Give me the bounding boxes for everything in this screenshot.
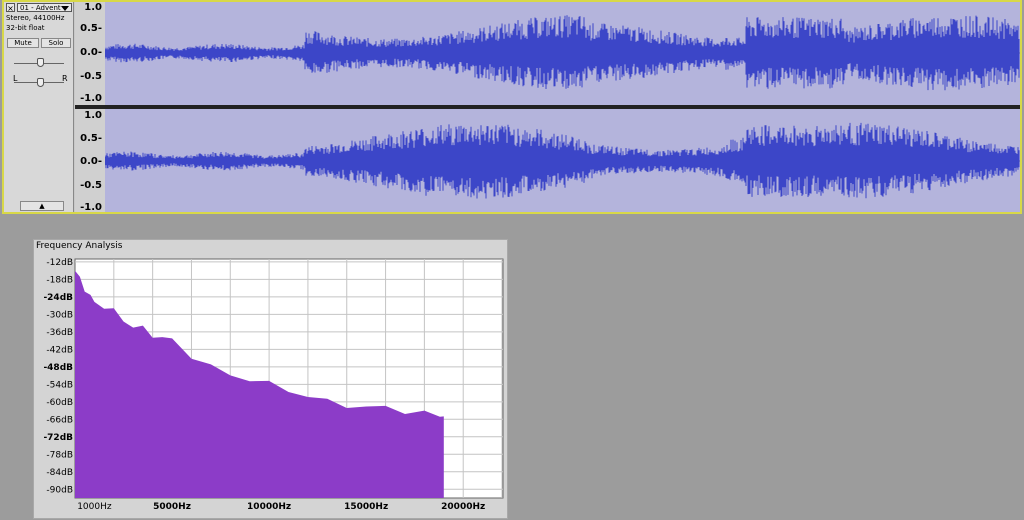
- ruler-tick: -1.0: [80, 202, 102, 213]
- y-tick-label: -42dB: [46, 345, 73, 355]
- close-track-button[interactable]: ×: [6, 3, 15, 13]
- audio-track[interactable]: × 01 - Advent Stereo, 44100Hz 32-bit flo…: [2, 0, 1022, 214]
- x-tick-label: 5000Hz: [153, 502, 191, 512]
- ruler-tick: -0.5: [80, 71, 102, 82]
- spectrum-plot: -12dB -18dB -24dB -30dB -36dB -42dB -48dB -54dB…: [43, 258, 504, 512]
- waveform-display[interactable]: [105, 2, 1020, 212]
- y-tick-label: -84dB: [46, 468, 73, 478]
- y-tick-label: -12dB: [46, 258, 73, 268]
- pan-slider-thumb[interactable]: [37, 78, 44, 87]
- ruler-tick: 0.0-: [80, 47, 102, 58]
- ruler-tick: 0.0-: [80, 156, 102, 167]
- ruler-tick: -1.0: [80, 93, 102, 104]
- ruler-tick: 1.0: [84, 2, 102, 13]
- y-tick-label: -66dB: [46, 415, 73, 425]
- track-format-info: Stereo, 44100Hz: [6, 14, 65, 22]
- pan-right-label: R: [62, 74, 68, 83]
- x-tick-label: 10000Hz: [247, 502, 291, 512]
- gain-slider-thumb[interactable]: [37, 58, 44, 67]
- y-tick-label: -48dB: [43, 363, 73, 373]
- y-tick-label: -18dB: [46, 275, 73, 285]
- ruler-tick: 0.5-: [80, 133, 102, 144]
- y-tick-label: -78dB: [46, 450, 73, 460]
- solo-button[interactable]: Solo: [41, 38, 71, 48]
- track-control-panel: × 01 - Advent Stereo, 44100Hz 32-bit flo…: [4, 2, 74, 212]
- track-name-dropdown[interactable]: 01 - Advent: [17, 3, 72, 12]
- x-tick-label: 20000Hz: [441, 502, 485, 512]
- x-tick-label: 1000Hz: [77, 502, 112, 512]
- frequency-analysis-window[interactable]: Frequency Analysis -12dB -18dB -24dB -30dB -…: [33, 239, 508, 519]
- pan-left-label: L: [13, 74, 18, 83]
- y-tick-label: -36dB: [46, 328, 73, 338]
- y-tick-label: -24dB: [43, 293, 73, 303]
- x-axis-labels: 1000Hz 5000Hz 10000Hz 15000Hz 20000Hz: [77, 502, 485, 512]
- mute-button[interactable]: Mute: [7, 38, 39, 48]
- y-tick-label: -30dB: [46, 310, 73, 320]
- triangle-down-icon: [61, 6, 69, 11]
- track-bitdepth-info: 32-bit float: [6, 24, 45, 32]
- y-tick-label: -72dB: [43, 433, 73, 443]
- collapse-track-button[interactable]: ▲: [20, 201, 64, 211]
- y-tick-label: -60dB: [46, 398, 73, 408]
- vertical-ruler-right-channel: 1.0 0.5- 0.0- -0.5 -1.0: [75, 109, 106, 213]
- track-name-label: 01 - Advent: [20, 4, 61, 12]
- y-tick-label: -90dB: [46, 485, 73, 495]
- x-tick-label: 15000Hz: [344, 502, 388, 512]
- ruler-tick: 1.0: [84, 110, 102, 121]
- y-tick-label: -54dB: [46, 380, 73, 390]
- vertical-ruler-left-channel: 1.0 0.5- 0.0- -0.5 -1.0: [75, 2, 106, 105]
- y-axis-labels: -12dB -18dB -24dB -30dB -36dB -42dB -48dB -54dB…: [43, 258, 73, 495]
- ruler-tick: -0.5: [80, 180, 102, 191]
- ruler-tick: 0.5-: [80, 23, 102, 34]
